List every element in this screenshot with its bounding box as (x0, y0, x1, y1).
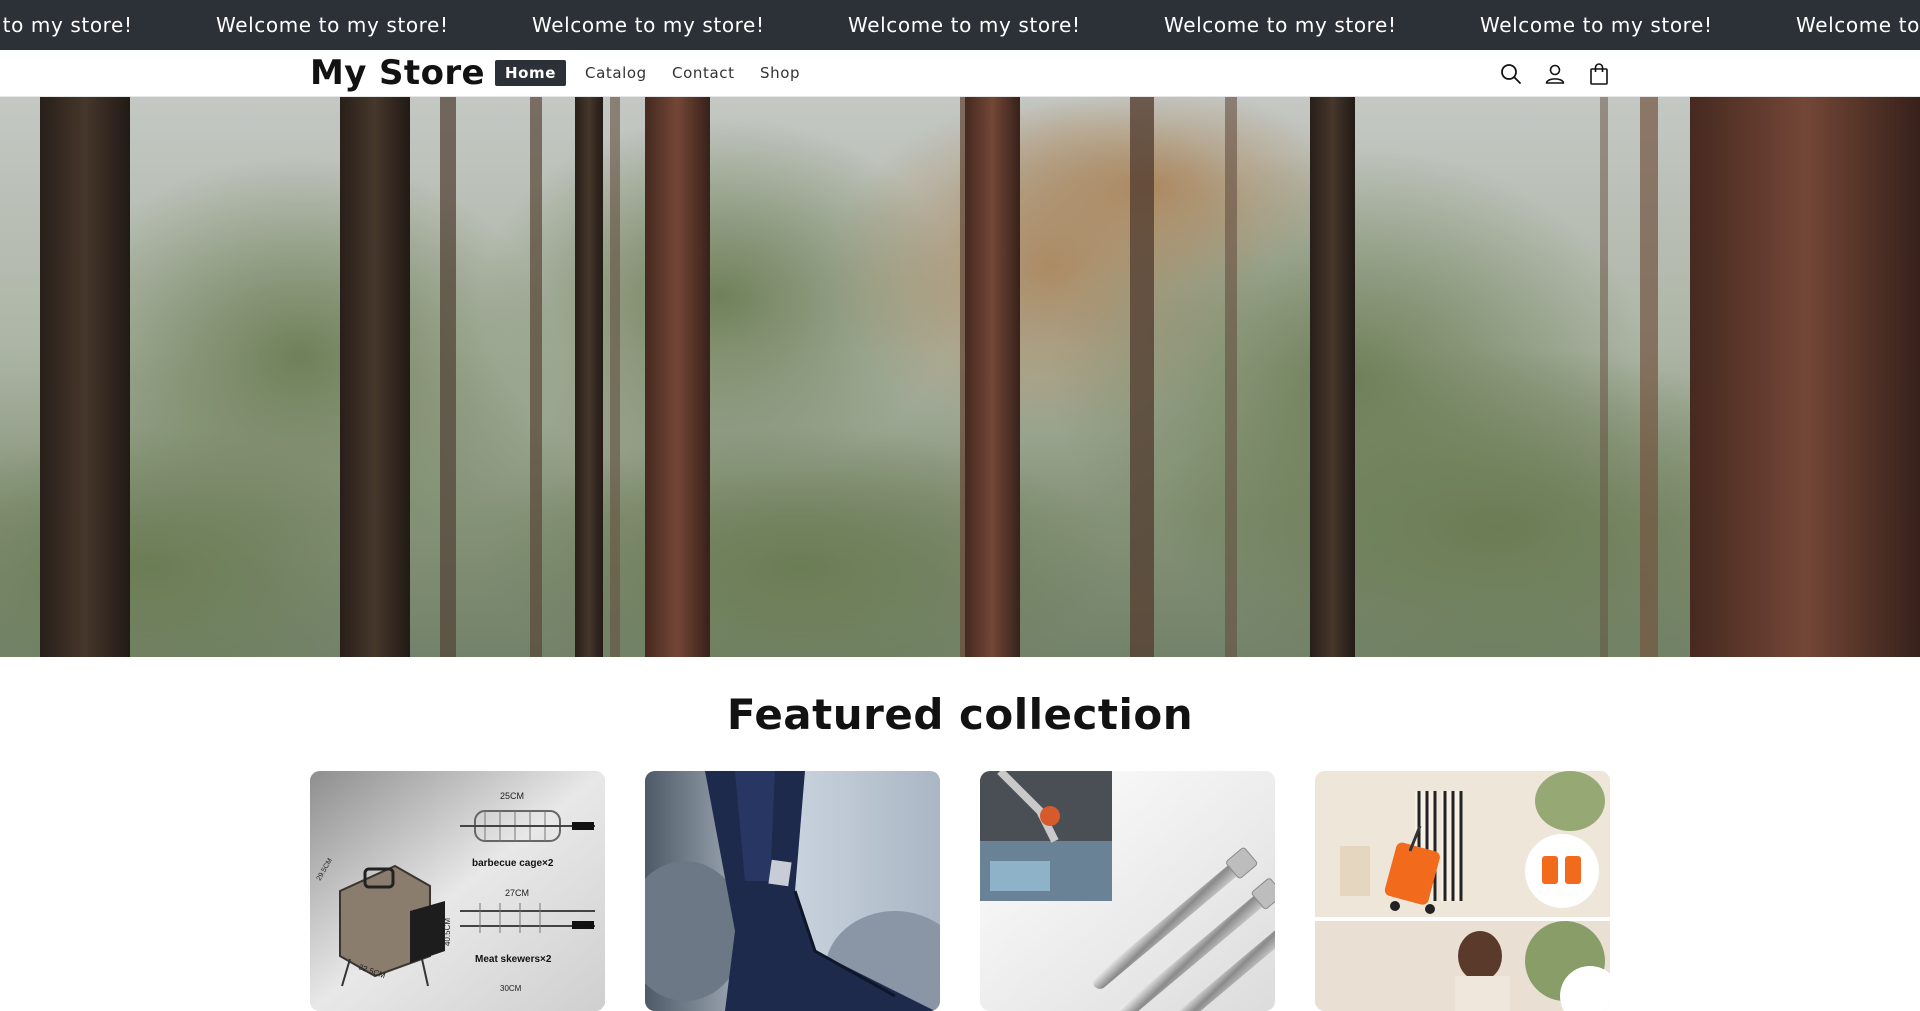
announcement-text: Welcome to my store! (1796, 13, 1920, 37)
bbq-skewers-label: Meat skewers×2 (475, 954, 552, 965)
nav-shop[interactable]: Shop (760, 60, 800, 86)
product-image-trolley-bag (1315, 771, 1610, 1011)
announcement-bar: Welcome to my store! Welcome to my store… (0, 0, 1920, 50)
product-image-boot-covers (645, 771, 940, 1011)
featured-collection-title: Featured collection (726, 690, 1194, 739)
cart-icon[interactable] (1587, 62, 1611, 86)
search-icon[interactable] (1499, 62, 1523, 86)
announcement-text: Welcome to my store! (0, 13, 133, 37)
site-header: My Store Home Catalog Contact Shop (0, 50, 1920, 97)
product-card[interactable] (645, 771, 940, 1011)
bbq-dim-label: 27CM (505, 888, 529, 898)
product-image-bbq-grill: 25CM barbecue cage×2 27CM 40.5CM Meat sk… (310, 771, 605, 1011)
bbq-dim-label: 25CM (500, 791, 524, 801)
product-image-socket-extensions (980, 771, 1275, 1011)
announcement-text: Welcome to my store! (1164, 13, 1397, 37)
product-card[interactable] (1315, 771, 1610, 1011)
nav-contact[interactable]: Contact (672, 60, 735, 86)
bbq-dim-label: 30CM (500, 984, 522, 993)
nav-catalog[interactable]: Catalog (585, 60, 647, 86)
bbq-dim-label: 40.5CM (443, 918, 452, 946)
hero-banner-image (0, 97, 1920, 657)
account-icon[interactable] (1543, 62, 1567, 86)
bbq-cage-label: barbecue cage×2 (472, 858, 554, 869)
announcement-text: Welcome to my store! (216, 13, 449, 37)
announcement-text: Welcome to my store! (848, 13, 1081, 37)
announcement-text: Welcome to my store! (532, 13, 765, 37)
announcement-text: Welcome to my store! (1480, 13, 1713, 37)
store-logo[interactable]: My Store (310, 52, 485, 94)
product-card[interactable]: 25CM barbecue cage×2 27CM 40.5CM Meat sk… (310, 771, 605, 1011)
product-card[interactable] (980, 771, 1275, 1011)
nav-home[interactable]: Home (495, 60, 567, 86)
